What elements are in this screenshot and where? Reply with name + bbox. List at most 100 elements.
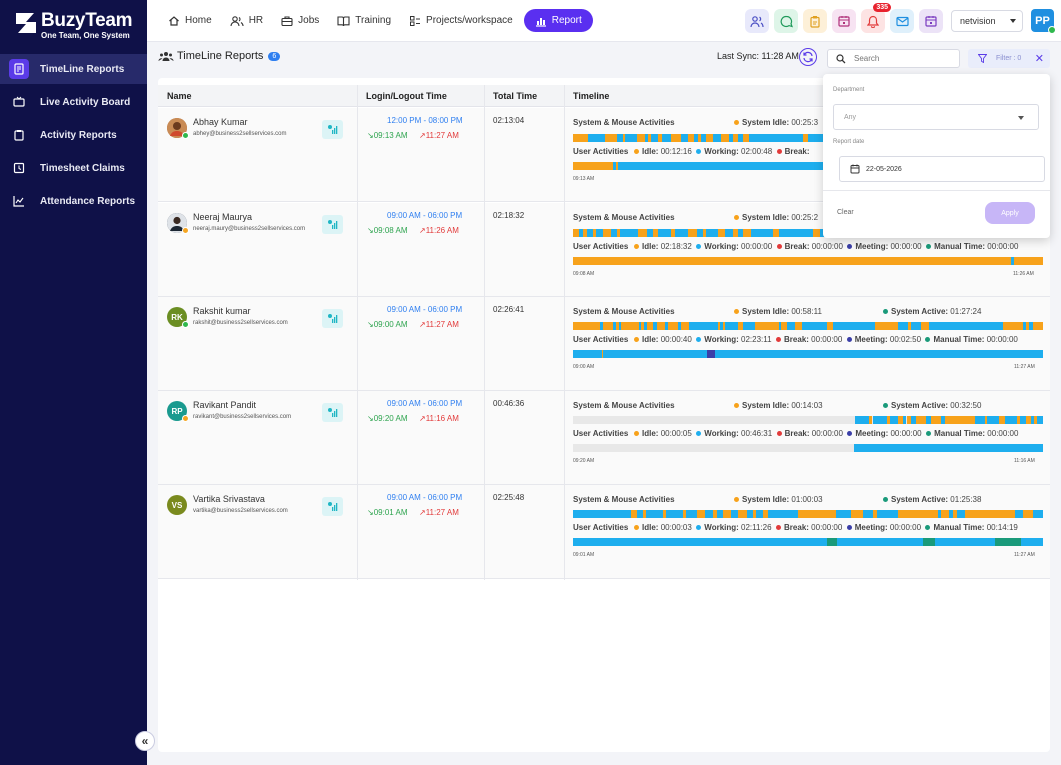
topnav-home[interactable]: Home <box>161 9 219 32</box>
timeline-segment <box>616 322 619 330</box>
organization-select[interactable]: netvision <box>951 10 1023 32</box>
sidebar-item-attendance-reports[interactable]: Attendance Reports <box>0 186 147 216</box>
timeline-segment <box>718 322 720 330</box>
activity-chart-button[interactable] <box>322 215 343 234</box>
last-sync-text: Last Sync: 11:28 AM <box>717 51 799 61</box>
presence-status-icon <box>182 227 189 234</box>
timeline-segment <box>827 538 837 546</box>
timeline-segment <box>755 322 779 330</box>
timeline-segment <box>723 510 731 518</box>
stat-value: 00:00:00 <box>741 242 773 251</box>
user-activity-bar[interactable] <box>573 444 1043 452</box>
clipboard-task-icon[interactable] <box>803 9 827 33</box>
activity-signal-icon <box>328 408 338 417</box>
stat-value: 01:00:03 <box>791 495 823 504</box>
timeline-icon <box>9 59 29 79</box>
report-date-value: 22-05-2026 <box>866 165 902 173</box>
panel-divider <box>823 190 1050 191</box>
notification-bell-icon[interactable]: 335 <box>861 3 891 33</box>
online-status-icon <box>1048 26 1056 34</box>
topnav-report[interactable]: Report <box>523 9 593 32</box>
presence-status-icon <box>182 321 189 328</box>
total-time: 02:13:04 <box>493 116 525 125</box>
stat-value: 00:00:00 <box>987 429 1019 438</box>
topnav-jobs[interactable]: Jobs <box>274 9 326 32</box>
sidebar-item-timeline-reports[interactable]: TimeLine Reports <box>0 54 147 84</box>
employee-email: vartika@business2sellservices.com <box>193 508 288 514</box>
team-icon[interactable] <box>745 9 769 33</box>
mail-icon[interactable] <box>890 9 914 33</box>
stat-value: 00:14:03 <box>791 401 823 410</box>
timeline-segment <box>916 416 926 424</box>
system-active-stat: System Active: 01:25:38 <box>883 495 981 504</box>
timeline-segment <box>738 510 747 518</box>
filter-button[interactable]: Filter : 0 ✕ <box>968 49 1050 68</box>
system-activity-bar[interactable] <box>573 510 1043 518</box>
system-active-stat: System Active: 00:32:50 <box>883 401 981 410</box>
timeline-segment <box>707 350 715 358</box>
activity-chart-button[interactable] <box>322 497 343 516</box>
close-icon[interactable]: ✕ <box>1035 52 1044 65</box>
timeline-start-time: 09:00 AM <box>573 364 595 370</box>
event-calendar-icon[interactable] <box>919 9 943 33</box>
sidebar-item-activity-reports[interactable]: Activity Reports <box>0 120 147 150</box>
brand-logo[interactable]: BuzyTeam One Team, One System <box>14 10 139 40</box>
sidebar-item-live-activity-board[interactable]: Live Activity Board <box>0 87 147 117</box>
topnav-label: Projects/workspace <box>426 15 513 26</box>
user-activity-bar[interactable] <box>573 538 1043 546</box>
activity-signal-icon <box>328 314 338 323</box>
brand-tagline: One Team, One System <box>41 31 130 40</box>
search-input[interactable] <box>854 54 954 63</box>
activity-chart-button[interactable] <box>322 403 343 422</box>
timeline-segment <box>658 134 662 142</box>
activity-chart-button[interactable] <box>322 120 343 139</box>
column-divider <box>484 85 485 580</box>
stat-value: 00:00:00 <box>986 335 1018 344</box>
timeline-segment <box>813 229 820 237</box>
search-field[interactable] <box>827 49 960 68</box>
clear-filter-button[interactable]: Clear <box>837 209 854 216</box>
topnav-hr[interactable]: HR <box>223 9 270 32</box>
department-select[interactable]: Any <box>833 104 1039 130</box>
stat-value: 00:14:19 <box>986 523 1018 532</box>
topnav-training[interactable]: Training <box>330 9 398 32</box>
shift-time: 09:00 AM - 06:00 PM <box>387 399 463 408</box>
system-activity-bar[interactable] <box>573 322 1043 330</box>
chat-icon[interactable] <box>774 9 798 33</box>
column-header-login-logout: Login/Logout Time <box>366 91 447 101</box>
system-idle-stat: System Idle: 00:25:3 <box>734 118 818 127</box>
timeline-segment <box>638 229 647 237</box>
user-avatar[interactable]: PP <box>1031 9 1056 34</box>
column-divider <box>564 85 565 580</box>
avatar: RP <box>167 401 189 422</box>
user-activities-label: User Activities <box>573 429 629 438</box>
timeline-segment <box>605 134 617 142</box>
report-date-field[interactable]: 22-05-2026 <box>839 156 1045 182</box>
activity-signal-icon <box>328 125 338 134</box>
user-stats: Idle: 00:00:03 Working: 02:11:26 Break: … <box>634 523 1018 532</box>
user-activity-bar[interactable] <box>573 257 1043 265</box>
timeline-segment <box>869 416 872 424</box>
timeline-segment <box>647 322 653 330</box>
topnav-projects-workspace[interactable]: Projects/workspace <box>402 9 520 32</box>
timeline-segment <box>641 322 644 330</box>
avatar <box>167 118 189 139</box>
table-row: RP Ravikant Pandit ravikant@business2sel… <box>158 391 1050 485</box>
activity-chart-button[interactable] <box>322 309 343 328</box>
shift-time: 09:00 AM - 06:00 PM <box>387 211 463 220</box>
calendar-icon[interactable] <box>832 9 856 33</box>
timeline-segment <box>781 322 787 330</box>
timeline-segment <box>890 416 898 424</box>
calendar-icon <box>850 164 860 174</box>
refresh-sync-button[interactable] <box>799 48 817 66</box>
system-activity-bar[interactable] <box>573 416 1043 424</box>
collapse-sidebar-button[interactable]: « <box>135 731 155 751</box>
user-activity-bar[interactable] <box>573 350 1043 358</box>
sidebar-item-timesheet-claims[interactable]: Timesheet Claims <box>0 153 147 183</box>
timeline-segment <box>573 257 1011 265</box>
system-idle-stat: System Idle: 01:00:03 <box>734 495 823 504</box>
apply-filter-button[interactable]: Apply <box>985 202 1035 224</box>
stat-value: 00:00:00 <box>811 429 843 438</box>
login-time-value: 09:13 AM <box>373 131 408 140</box>
timeline-segment <box>995 538 1021 546</box>
